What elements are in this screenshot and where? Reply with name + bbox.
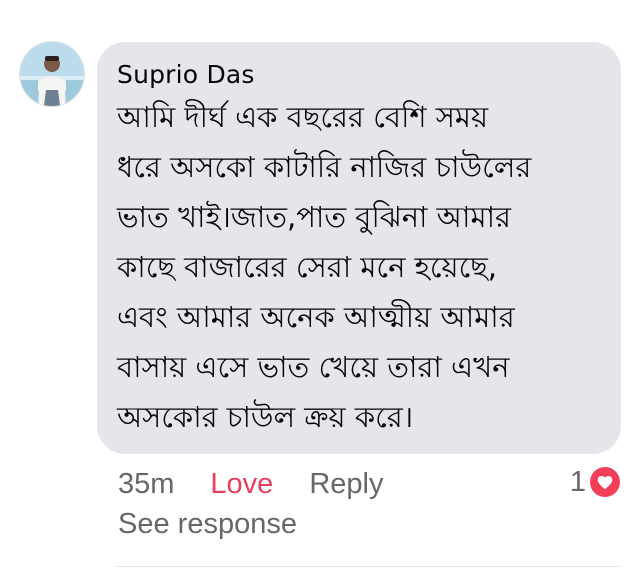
reaction-count: 1 [569, 465, 586, 498]
divider [116, 566, 622, 567]
see-response-link[interactable]: See response [118, 508, 297, 541]
comment-bubble[interactable]: Suprio Das আমি দীর্ঘ এক বছরের বেশি সময় … [97, 42, 621, 454]
comment-author-name[interactable]: Suprio Das [117, 58, 603, 92]
comment-text: আমি দীর্ঘ এক বছরের বেশি সময় ধরে অসকো কা… [117, 100, 532, 434]
avatar[interactable] [20, 42, 84, 106]
avatar-photo [20, 42, 84, 106]
comment-actions: 35m Love Reply [118, 464, 383, 504]
heart-icon [590, 467, 620, 497]
love-reaction-button[interactable]: Love [210, 468, 273, 501]
comment-timestamp[interactable]: 35m [118, 468, 174, 501]
reaction-summary[interactable]: 1 [570, 464, 620, 500]
reply-button[interactable]: Reply [309, 468, 383, 501]
